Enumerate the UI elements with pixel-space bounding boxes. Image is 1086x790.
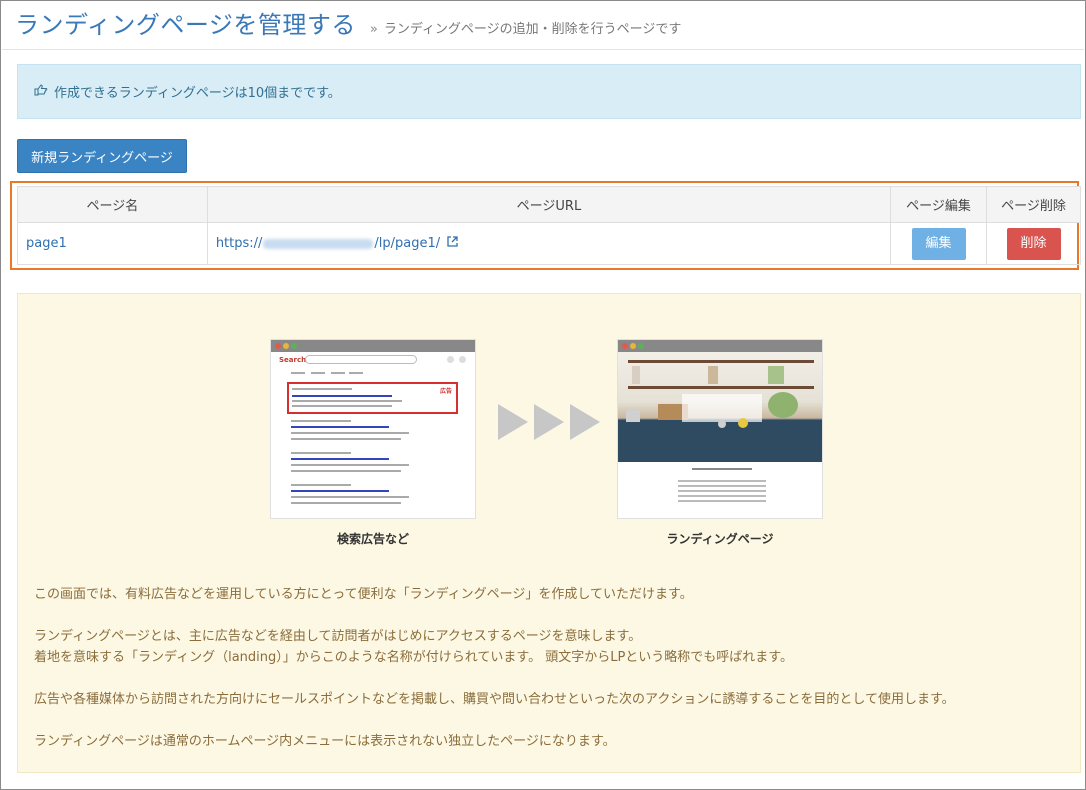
page-title: ランディングページを管理する (15, 11, 356, 39)
landing-page-explanation-panel: Search 広告 検索広告など ランディングページ この画面では、有料広告など… (17, 293, 1081, 773)
description-paragraph: この画面では、有料広告などを運用している方にとって便利な「ランディングページ」を… (34, 587, 693, 602)
external-link-icon[interactable] (447, 236, 458, 250)
landing-page-caption: ランディングページ (666, 532, 774, 546)
delete-button[interactable]: 削除 (1006, 227, 1061, 260)
description-text: この画面では、有料広告などを運用している方にとって便利な「ランディングページ」を… (34, 584, 1064, 752)
page-name-link[interactable]: page1 (26, 236, 67, 251)
page-header: ランディングページを管理する » ランディングページの追加・削除を行うページです (15, 5, 1071, 43)
page-frame: ランディングページを管理する » ランディングページの追加・削除を行うページです… (0, 0, 1086, 790)
url-suffix: /lp/page1/ (374, 236, 441, 251)
delete-cell: 削除 (986, 222, 1081, 265)
landing-page-table: ページ名 ページURL ページ編集 ページ削除 page1 https:// /l… (17, 186, 1081, 265)
page-subtitle: ランディングページの追加・削除を行うページです (383, 22, 682, 37)
page-name-cell: page1 (17, 222, 208, 265)
search-box (305, 355, 417, 364)
new-landing-page-button[interactable]: 新規ランディングページ (17, 139, 187, 173)
column-header-page-url: ページURL (206, 186, 892, 223)
info-notice: 作成できるランディングページは10個までです。 (17, 64, 1081, 119)
blurred-domain (263, 238, 374, 249)
browser-bar (271, 340, 475, 352)
description-paragraph: ランディングページとは、主に広告などを経由して訪問者がはじめにアクセスするページ… (34, 629, 642, 644)
arrow-icons (498, 404, 602, 444)
edit-cell: 編集 (890, 222, 987, 265)
kitchen-photo (618, 352, 822, 462)
landing-page-illustration (617, 339, 823, 519)
ad-highlight-box: 広告 (287, 382, 458, 414)
search-ad-illustration: Search 広告 (270, 339, 476, 519)
edit-button[interactable]: 編集 (911, 227, 966, 260)
description-paragraph: 着地を意味する「ランディング（landing）」からこのような名称が付けられてい… (34, 650, 793, 665)
url-prefix: https:// (215, 236, 263, 251)
hand-point-right-icon (34, 83, 50, 100)
column-header-page-delete: ページ削除 (986, 186, 1081, 223)
page-url-link[interactable]: https:// /lp/page1/ (216, 236, 445, 251)
page-url-cell: https:// /lp/page1/ (206, 222, 892, 265)
breadcrumb-separator: » (369, 22, 378, 37)
description-paragraph: 広告や各種媒体から訪問された方向けにセールスポイントなどを掲載し、購買や問い合わ… (34, 692, 955, 707)
notice-text: 作成できるランディングページは10個までです。 (54, 86, 341, 101)
table-row: page1 https:// /lp/page1/ 編集 削除 (17, 222, 1081, 265)
search-logo: Search (279, 356, 307, 364)
description-paragraph: ランディングページは通常のホームページ内メニューには表示されない独立したページに… (34, 734, 616, 749)
column-header-page-edit: ページ編集 (890, 186, 987, 223)
browser-bar (618, 340, 822, 352)
header-divider (2, 49, 1084, 50)
ad-badge: 広告 (439, 388, 452, 395)
table-header-row: ページ名 ページURL ページ編集 ページ削除 (17, 186, 1081, 223)
search-ad-caption: 検索広告など (336, 532, 409, 546)
column-header-page-name: ページ名 (17, 186, 208, 223)
